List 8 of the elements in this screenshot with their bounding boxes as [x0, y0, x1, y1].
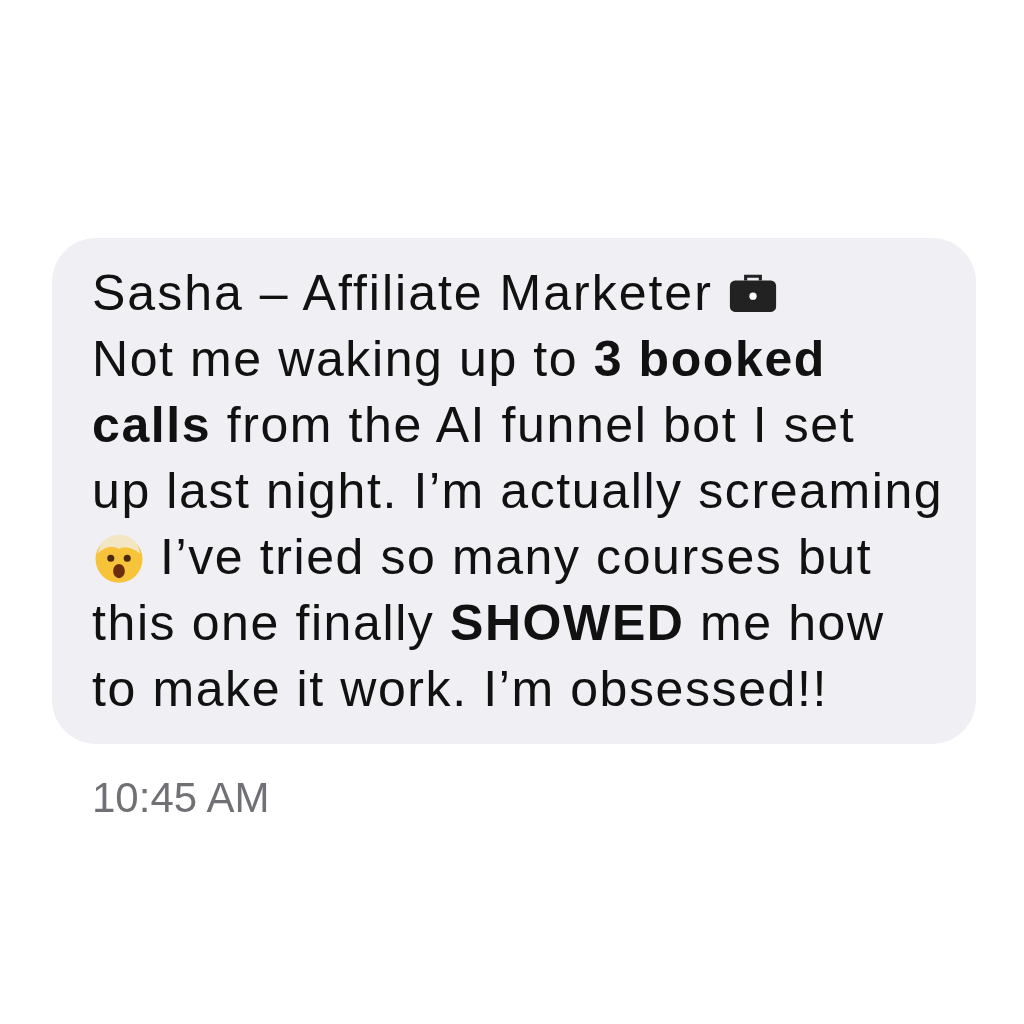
timestamp: 10:45 AM — [92, 774, 270, 822]
message-text: Not me waking up to 3 booked — [92, 330, 826, 389]
message-text: this one finally SHOWED me how — [92, 594, 885, 653]
message-text: to make it work. I’m obsessed!! — [92, 660, 828, 719]
message-text: calls from the AI funnel bot I set — [92, 396, 856, 455]
message-text: I’ve tried so many courses but — [160, 528, 873, 587]
message-text: up last night. I’m actually screaming — [92, 462, 944, 521]
sender-name: Sasha – Affiliate Marketer — [92, 264, 713, 322]
